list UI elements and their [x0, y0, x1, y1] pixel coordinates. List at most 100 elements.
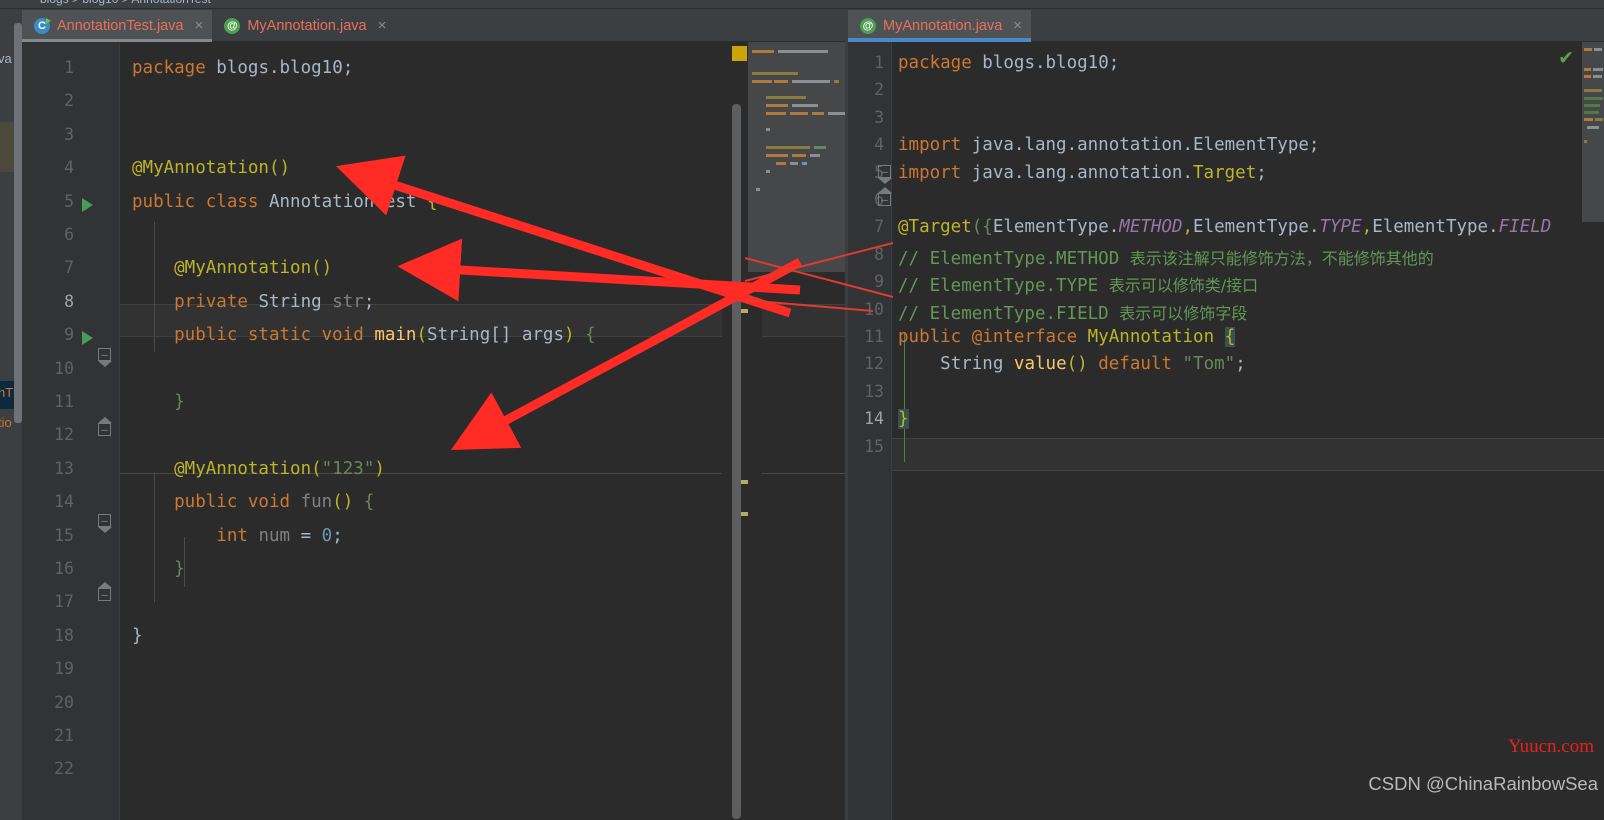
- tree-fragment-mid[interactable]: nT: [0, 385, 13, 400]
- code-line[interactable]: @MyAnnotation(): [120, 158, 290, 178]
- line-number: 2: [64, 91, 74, 111]
- line-number: 11: [864, 327, 884, 346]
- line-number: 13: [864, 381, 884, 401]
- ide-window: blogs > blog10 > AnnotationTest va nT ti…: [0, 0, 1604, 820]
- line-number: 7: [874, 217, 884, 237]
- line-number: 10: [864, 299, 884, 319]
- editor-splitter[interactable]: [845, 9, 848, 820]
- run-method-icon[interactable]: [82, 197, 93, 212]
- code-area-right[interactable]: 1 2 3 4 5 6 7 8 9 10 11 12 13 14 15 – – package blogs.…: [848, 42, 1604, 820]
- code-area-left[interactable]: 1 2 3 4 5 6 7 8 9 10 11 12 13 14 15 16 17 18 19 20 21 22 – – …: [22, 42, 848, 820]
- code-line[interactable]: }: [120, 626, 143, 646]
- fold-open-icon[interactable]: –: [98, 514, 112, 533]
- code-text-right[interactable]: package blogs.blog10; import java.lang.an…: [892, 42, 1604, 820]
- line-number: 13: [54, 458, 74, 478]
- tree-scrollbar[interactable]: [14, 23, 22, 423]
- code-line[interactable]: // ElementType.METHOD 表示该注解只能修饰方法，不能修饰其他…: [892, 245, 1434, 269]
- tab-bar-right: @ MyAnnotation.java ×: [848, 9, 1604, 42]
- line-number: 17: [54, 592, 74, 612]
- author-watermark: CSDN @ChinaRainbowSea: [1368, 773, 1598, 794]
- code-line[interactable]: private String str;: [120, 292, 374, 312]
- code-line[interactable]: import java.lang.annotation.Target;: [892, 163, 1267, 183]
- close-icon[interactable]: ×: [195, 17, 204, 34]
- line-number: 12: [864, 354, 884, 374]
- code-line[interactable]: @Target({ElementType.METHOD,ElementType.…: [892, 217, 1551, 237]
- site-watermark: Yuucn.com: [1507, 736, 1594, 757]
- fold-open-icon[interactable]: –: [98, 348, 112, 367]
- line-number: 16: [54, 559, 74, 578]
- code-minimap-left[interactable]: [748, 42, 848, 272]
- fold-close-icon[interactable]: –: [98, 417, 112, 436]
- code-line[interactable]: // ElementType.FIELD 表示可以修饰字段: [892, 300, 1247, 324]
- line-number: 4: [64, 158, 74, 178]
- java-annotation-icon: @: [860, 17, 876, 34]
- gutter-right[interactable]: [848, 42, 892, 820]
- code-line[interactable]: package blogs.blog10;: [120, 58, 353, 78]
- breadcrumb[interactable]: blogs > blog10 > AnnotationTest: [40, 0, 211, 6]
- line-number: 21: [54, 726, 74, 745]
- line-number: 20: [54, 692, 74, 712]
- project-tool-window-sliver[interactable]: va nT tio: [0, 9, 22, 820]
- tab-label: MyAnnotation.java: [247, 17, 367, 34]
- code-line[interactable]: public @interface MyAnnotation {: [892, 327, 1236, 347]
- run-method-icon[interactable]: [82, 331, 93, 346]
- indent-guide: [904, 332, 905, 462]
- marker-warning-square[interactable]: [732, 46, 747, 61]
- line-number: 11: [54, 392, 74, 411]
- tab-myannotation-java-active[interactable]: @ MyAnnotation.java ×: [848, 10, 1032, 42]
- tab-label: AnnotationTest.java: [57, 17, 184, 34]
- line-number: 14: [54, 492, 74, 512]
- code-line[interactable]: import java.lang.annotation.ElementType;: [892, 135, 1319, 155]
- line-number: 14: [864, 409, 884, 429]
- tab-annotationtest-java[interactable]: C AnnotationTest.java ×: [22, 10, 213, 42]
- tab-myannotation-java[interactable]: @ MyAnnotation.java ×: [212, 10, 395, 41]
- line-number: 5: [64, 191, 74, 211]
- code-line[interactable]: @MyAnnotation(): [120, 258, 332, 278]
- tree-fragment-top[interactable]: va: [0, 51, 12, 66]
- tree-fragment-bottom[interactable]: tio: [0, 415, 12, 430]
- line-number: 2: [874, 80, 884, 100]
- code-line[interactable]: int num = 0;: [120, 526, 342, 546]
- code-line[interactable]: package blogs.blog10;: [892, 53, 1119, 73]
- java-annotation-icon: @: [224, 17, 241, 34]
- editor-pane-left: C AnnotationTest.java × @ MyAnnotation.j…: [22, 9, 848, 820]
- code-line[interactable]: public class AnnotationTest {: [120, 192, 438, 212]
- line-number: 9: [874, 272, 884, 292]
- line-number: 15: [864, 436, 884, 456]
- code-line[interactable]: }: [120, 559, 185, 579]
- fold-close-icon[interactable]: –: [878, 187, 892, 206]
- line-number: 3: [874, 107, 884, 127]
- code-line[interactable]: public void fun() {: [120, 492, 374, 512]
- java-class-icon: C: [34, 17, 50, 34]
- close-icon[interactable]: ×: [1013, 17, 1022, 34]
- line-number: 1: [64, 58, 74, 77]
- code-line[interactable]: // ElementType.TYPE 表示可以修饰类/接口: [892, 272, 1258, 296]
- close-icon[interactable]: ×: [378, 17, 387, 34]
- code-line[interactable]: public static void main(String[] args) {: [120, 325, 596, 345]
- code-minimap-right[interactable]: [1582, 42, 1604, 222]
- vertical-scrollbar-left[interactable]: [732, 104, 741, 819]
- inspection-ok-check-icon[interactable]: ✔: [1558, 47, 1574, 69]
- line-number: 12: [54, 425, 74, 445]
- line-number: 18: [54, 625, 74, 645]
- line-number: 8: [874, 244, 884, 264]
- code-line[interactable]: }: [120, 392, 185, 412]
- breadcrumb-strip[interactable]: blogs > blog10 > AnnotationTest: [0, 0, 1604, 9]
- fold-open-icon[interactable]: –: [878, 165, 892, 184]
- line-number: 19: [54, 659, 74, 679]
- tab-label: MyAnnotation.java: [883, 17, 1003, 34]
- fold-close-icon[interactable]: –: [98, 582, 112, 601]
- line-number: 1: [874, 53, 884, 72]
- line-number: 4: [874, 135, 884, 155]
- code-line[interactable]: String value() default "Tom";: [892, 354, 1246, 374]
- code-line[interactable]: @MyAnnotation("123"): [120, 459, 385, 479]
- tree-selection-dim: [0, 122, 14, 172]
- editor-pane-right: @ MyAnnotation.java × 1 2 3 4 5 6 7 8 9 10 11 12 13 1…: [848, 9, 1604, 820]
- code-line[interactable]: }: [892, 409, 909, 430]
- tab-bar-left: C AnnotationTest.java × @ MyAnnotation.j…: [22, 9, 848, 42]
- line-number: 9: [64, 325, 74, 345]
- line-number: 8: [64, 291, 74, 311]
- line-number: 3: [64, 124, 74, 144]
- line-number: 15: [54, 525, 74, 545]
- line-number: 6: [64, 225, 74, 244]
